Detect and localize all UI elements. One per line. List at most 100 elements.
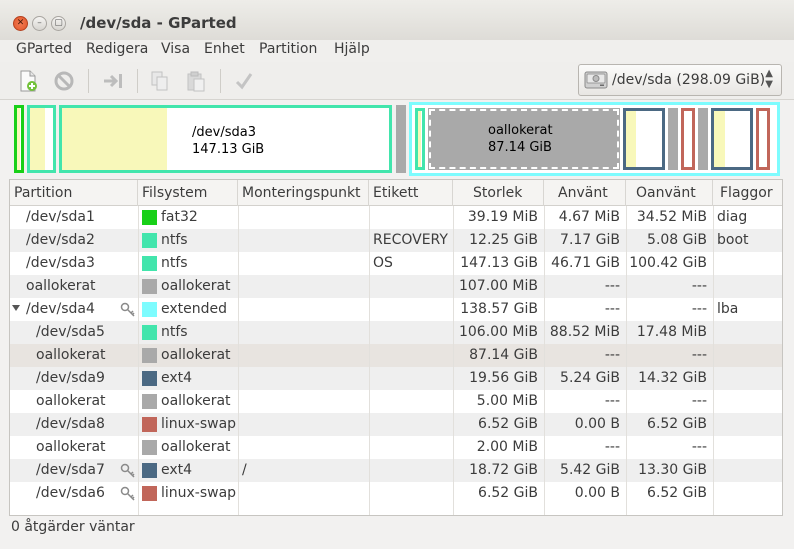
cell-used: 5.42 GiB [560,462,620,478]
column-header-flags[interactable]: Flaggor [713,180,782,206]
up-down-arrows-icon: ▲ ▼ [765,68,773,90]
cell-size: 87.14 GiB [469,347,538,363]
cell-flags: boot [717,232,749,248]
status-bar: 0 åtgärder väntar [0,517,794,549]
minimize-icon: – [37,18,42,28]
menu-device[interactable]: Enhet [204,41,245,57]
cell-unused: --- [691,347,707,363]
cell-partition: /dev/sda2 [26,232,95,248]
diskmap-segment-unallocated-selected[interactable]: oallokerat 87.14 GiB [428,108,620,170]
cell-filesystem: oallokerat [161,393,231,409]
table-row[interactable]: /dev/sda7 ext4 / 18.72 GiB 5.42 GiB 13.30 GiB [10,459,782,482]
key-icon [120,486,136,506]
column-header-size[interactable]: Storlek [453,180,544,206]
table-row[interactable]: /dev/sda9 ext4 19.56 GiB 5.24 GiB 14.32 GiB [10,367,782,390]
table-row[interactable]: /dev/sda2 ntfs RECOVERY 12.25 GiB 7.17 GiB 5.… [10,229,782,252]
filesystem-color-swatch [142,348,157,363]
column-header-used[interactable]: Använt [544,180,626,206]
cell-filesystem: extended [161,301,228,317]
harddisk-icon [584,71,608,89]
menu-view[interactable]: Visa [161,41,190,57]
cell-unused: 17.48 MiB [636,324,707,340]
menu-gparted[interactable]: GParted [16,41,72,57]
column-header-filesystem[interactable]: Filsystem [138,180,238,206]
column-header-mountpoint[interactable]: Monteringspunkt [238,180,369,206]
cell-size: 19.56 GiB [469,370,538,386]
column-header-label[interactable]: Etikett [369,180,453,206]
filesystem-color-swatch [142,486,157,501]
table-row[interactable]: /dev/sda5 ntfs 106.00 MiB 88.52 MiB 17.48 Mi… [10,321,782,344]
diskmap-segment-unallocated[interactable] [396,105,406,173]
column-divider [453,206,454,515]
diskmap-segment-unallocated[interactable] [698,108,708,170]
cell-size: 5.00 MiB [476,393,538,409]
menu-help[interactable]: Hjälp [334,41,370,57]
table-row[interactable]: /dev/sda6 linux-swap 6.52 GiB 0.00 B 6.52 Gi… [10,482,782,506]
cell-filesystem: fat32 [161,209,198,225]
table-row[interactable]: oallokerat oallokerat 2.00 MiB --- --- [10,436,782,459]
minimize-window-button[interactable]: – [32,16,47,31]
diskmap-segment-sda4-extended[interactable]: oallokerat 87.14 GiB [409,102,780,176]
table-row[interactable]: oallokerat oallokerat 87.14 GiB --- --- [10,344,782,367]
filesystem-color-swatch [142,210,157,225]
filesystem-color-swatch [142,233,157,248]
cell-mountpoint: / [242,462,247,478]
cell-partition: /dev/sda6 [36,485,105,501]
diskmap-segment-sda2[interactable] [27,105,56,173]
cell-size: 107.00 MiB [458,278,538,294]
key-icon [120,302,136,322]
cell-label: OS [373,255,393,271]
table-row[interactable]: /dev/sda8 linux-swap 6.52 GiB 0.00 B 6.52 Gi… [10,413,782,436]
filesystem-color-swatch [142,371,157,386]
table-row[interactable]: /dev/sda4 extended 138.57 GiB --- --- lba [10,298,782,322]
diskmap-segment-sda6[interactable] [756,108,770,170]
new-partition-button[interactable] [15,68,41,94]
toolbar-separator [88,69,89,93]
close-window-button[interactable]: ✕ [13,16,28,31]
column-header-partition[interactable]: Partition [10,180,138,206]
apply-button[interactable] [231,68,257,94]
cell-filesystem: ntfs [161,232,188,248]
cell-used: 5.24 GiB [560,370,620,386]
menu-partition[interactable]: Partition [259,41,317,57]
copy-icon [151,71,168,91]
cell-size: 106.00 MiB [458,324,538,340]
cell-unused: 13.30 GiB [638,462,707,478]
diskmap-segment-sda9[interactable] [623,108,665,170]
table-row[interactable]: oallokerat oallokerat 5.00 MiB --- --- [10,390,782,413]
device-selector[interactable]: /dev/sda (298.09 GiB) ▲ ▼ [578,64,782,96]
cell-used: --- [604,439,620,455]
cell-unused: 34.52 MiB [636,209,707,225]
diskmap-segment-sda7[interactable] [711,108,753,170]
filesystem-color-swatch [142,463,157,478]
diskmap-segment-sda8[interactable] [681,108,695,170]
column-divider [238,206,239,515]
copy-button[interactable] [147,68,173,94]
table-row[interactable]: /dev/sda3 ntfs OS 147.13 GiB 46.71 GiB 100.42… [10,252,782,275]
column-header-unused[interactable]: Oanvänt [626,180,713,206]
diskmap-segment-sda1[interactable] [14,105,24,173]
delete-partition-button[interactable] [51,68,77,94]
diskmap-segment-unallocated[interactable] [668,108,678,170]
cell-size: 138.57 GiB [460,301,538,317]
diskmap-unalloc-size: 87.14 GiB [488,140,552,155]
table-row[interactable]: /dev/sda1 fat32 39.19 MiB 4.67 MiB 34.52 MiB… [10,206,782,229]
cell-filesystem: linux-swap [161,416,237,432]
maximize-window-button[interactable]: ▢ [51,16,66,31]
filesystem-color-swatch [142,256,157,271]
cell-filesystem: linux-swap [161,485,237,501]
device-label: /dev/sda (298.09 GiB) [612,72,766,88]
cell-unused: 100.42 GiB [629,255,707,271]
table-row[interactable]: oallokerat oallokerat 107.00 MiB --- --- [10,275,782,298]
cell-unused: 6.52 GiB [647,416,707,432]
diskmap-segment-sda5[interactable] [415,108,425,170]
cell-size: 39.19 MiB [467,209,538,225]
expander-arrow-icon[interactable] [12,305,20,311]
menu-edit[interactable]: Redigera [86,41,148,57]
cell-unused: --- [691,301,707,317]
diskmap-segment-sda3[interactable]: /dev/sda3 147.13 GiB [59,105,392,173]
resize-move-button[interactable] [100,68,126,94]
cell-partition: /dev/sda1 [26,209,95,225]
cell-size: 18.72 GiB [469,462,538,478]
paste-button[interactable] [183,68,209,94]
